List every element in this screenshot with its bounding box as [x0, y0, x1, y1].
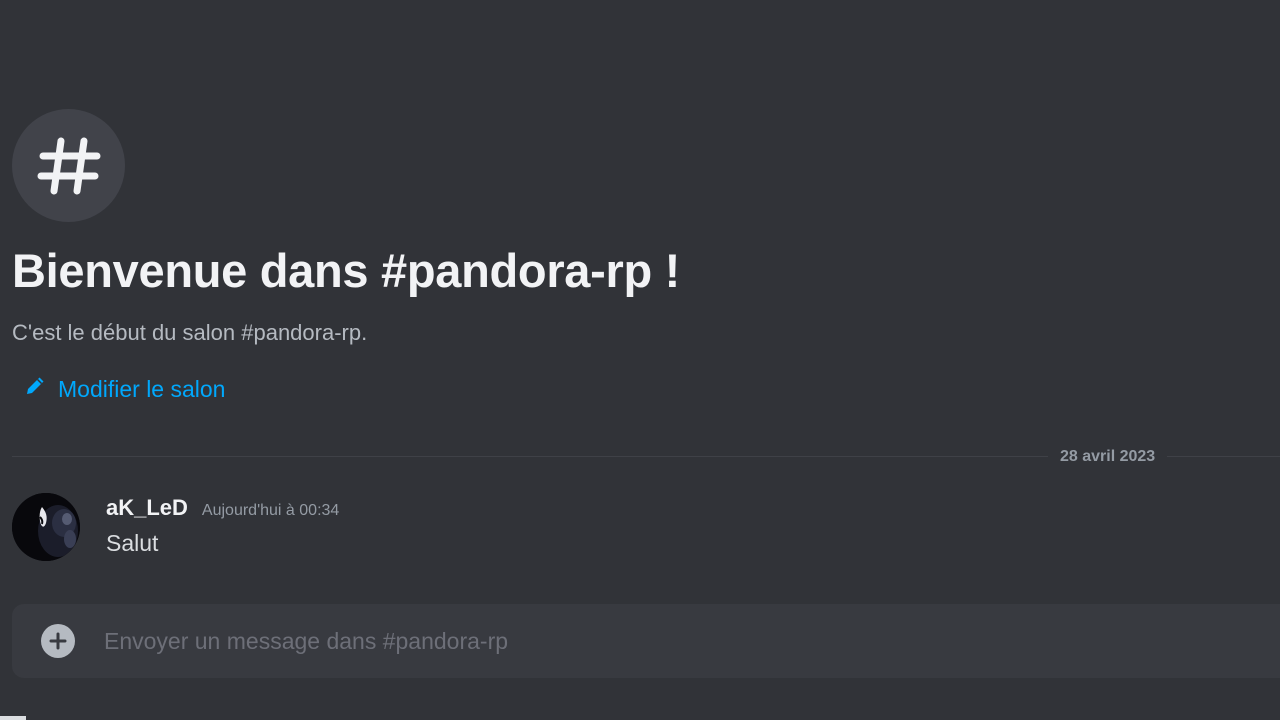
- plus-circle-icon: [49, 632, 67, 650]
- pencil-icon: [24, 375, 46, 403]
- message-content: Salut: [106, 530, 159, 556]
- edit-channel-link[interactable]: Modifier le salon: [24, 373, 225, 405]
- message-input[interactable]: [104, 622, 1204, 660]
- hashtag-icon: [12, 109, 125, 222]
- edit-channel-label: Modifier le salon: [58, 375, 226, 402]
- message-timestamp: Aujourd'hui à 00:34: [201, 502, 340, 519]
- date-divider-label: 28 avril 2023: [1048, 446, 1168, 468]
- avatar-image: [12, 493, 80, 561]
- avatar[interactable]: [12, 493, 80, 561]
- chat-area: Bienvenue dans #pandora-rp ! C'est le dé…: [0, 0, 1280, 720]
- message-author[interactable]: aK_LeD: [106, 495, 188, 521]
- welcome-subtitle: C'est le début du salon #pandora-rp.: [12, 320, 368, 345]
- message-composer: [12, 604, 1280, 678]
- message-item: aK_LeD Aujourd'hui à 00:34 Salut: [0, 490, 1280, 564]
- message-header: aK_LeD Aujourd'hui à 00:34: [106, 495, 339, 521]
- bottom-edge-divider: [0, 716, 26, 720]
- hashtag-glyph: [37, 137, 100, 194]
- welcome-title: Bienvenue dans #pandora-rp !: [12, 244, 681, 297]
- attach-button[interactable]: [41, 624, 75, 658]
